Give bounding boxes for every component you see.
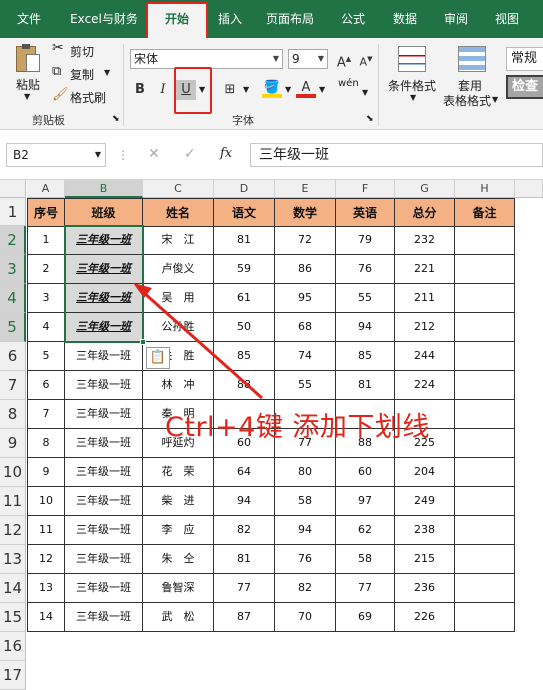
annotation-text: Ctrl+4键 添加下划线 (165, 412, 430, 443)
annotation-arrow (133, 283, 263, 400)
